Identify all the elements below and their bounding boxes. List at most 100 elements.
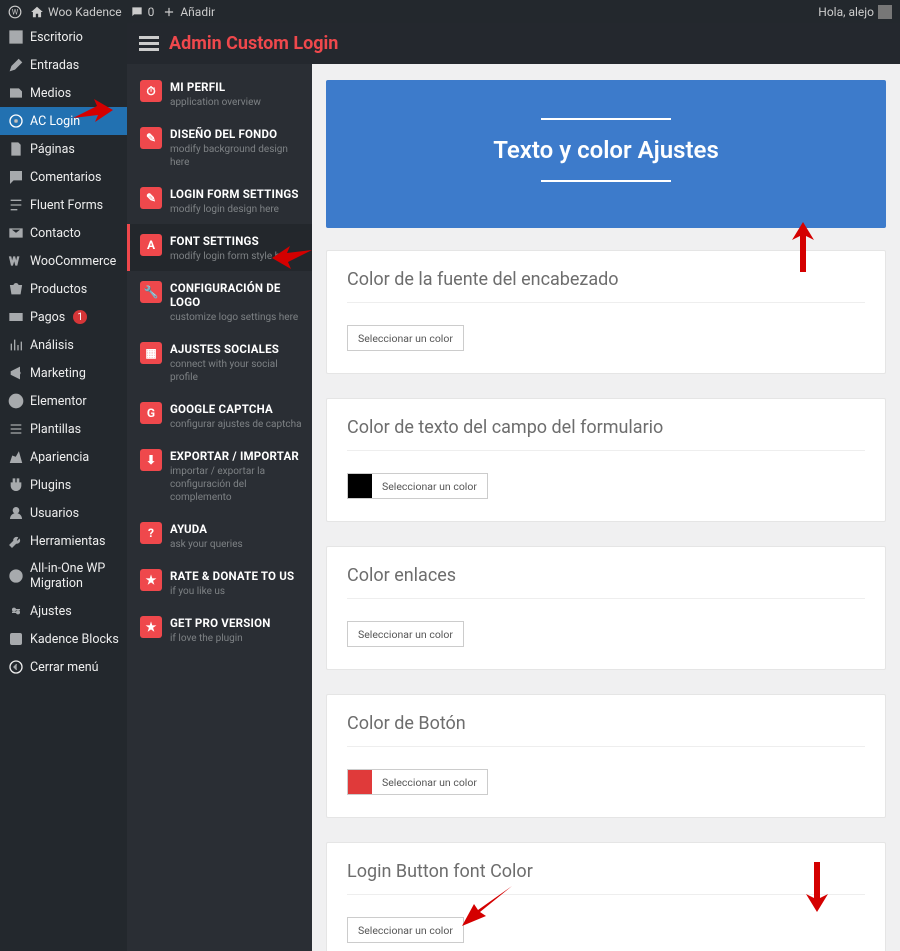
plugin-menu-sub: if love the plugin [170, 632, 271, 645]
plugin-header: Admin Custom Login [127, 23, 900, 64]
color-picker[interactable]: Seleccionar un color [347, 769, 488, 795]
plugin-menu-perfil[interactable]: ⏱MI PERFILapplication overview [127, 70, 312, 117]
perfil-icon: ⏱ [140, 80, 162, 102]
rate-icon: ★ [140, 569, 162, 591]
wp-menu-marketing[interactable]: Marketing [0, 359, 127, 387]
plugin-menu-logo[interactable]: 🔧CONFIGURACIÓN DE LOGOcustomize logo set… [127, 271, 312, 332]
plugin-menu-font[interactable]: AFONT SETTINGSmodify login form style he… [127, 224, 312, 271]
herramientas-icon [8, 533, 24, 549]
wp-menu-productos[interactable]: Productos [0, 275, 127, 303]
plugin-menu-title: MI PERFIL [170, 80, 261, 94]
wp-menu-ac-login[interactable]: AC Login [0, 107, 127, 135]
wp-menu-label: All-in-One WP Migration [30, 561, 119, 591]
plugin-content[interactable]: Texto y color Ajustes Color de la fuente… [312, 64, 900, 951]
wp-menu-woocommerce[interactable]: W WooCommerce [0, 247, 127, 275]
color-picker[interactable]: Seleccionar un color [347, 621, 464, 647]
productos-icon [8, 281, 24, 297]
color-picker-label: Seleccionar un color [348, 924, 463, 937]
woocommerce-icon: W [8, 253, 24, 269]
wp-menu-escritorio[interactable]: Escritorio [0, 23, 127, 51]
add-new-link[interactable]: Añadir [162, 5, 215, 19]
wp-menu-paginas[interactable]: Páginas [0, 135, 127, 163]
entradas-icon [8, 57, 24, 73]
plugin-menu-title: GET PRO VERSION [170, 616, 271, 630]
plugin-menu-sociales[interactable]: ▦AJUSTES SOCIALESconnect with your socia… [127, 332, 312, 392]
wp-menu-label: Productos [30, 282, 87, 297]
menu-toggle-icon[interactable] [139, 36, 159, 51]
usuarios-icon [8, 505, 24, 521]
plugin-menu-ayuda[interactable]: ?AYUDAask your queries [127, 512, 312, 559]
comments-link[interactable]: 0 [130, 5, 155, 19]
wp-menu-pagos[interactable]: Pagos 1 [0, 303, 127, 331]
plugin-menu-export[interactable]: ⬇EXPORTAR / IMPORTARimportar / exportar … [127, 439, 312, 512]
plugin-menu-title: GOOGLE CAPTCHA [170, 402, 302, 416]
panel-header-font: Color de la fuente del encabezadoSelecci… [326, 250, 886, 374]
wp-menu-label: Usuarios [30, 506, 79, 521]
greeting[interactable]: Hola, alejo [818, 5, 892, 19]
wp-menu-label: Escritorio [30, 30, 83, 45]
plugin-menu-sub: connect with your social profile [170, 358, 302, 384]
plugin-title: Admin Custom Login [169, 33, 338, 54]
hero-title: Texto y color Ajustes [336, 136, 876, 164]
wp-menu-cerrar[interactable]: Cerrar menú [0, 653, 127, 681]
panel-title: Color de texto del campo del formulario [347, 417, 865, 438]
wp-logo-icon[interactable]: W [8, 5, 22, 19]
badge: 1 [73, 310, 87, 324]
color-picker[interactable]: Seleccionar un color [347, 917, 464, 943]
color-picker-label: Seleccionar un color [348, 332, 463, 345]
wp-menu-aio-wp[interactable]: All-in-One WP Migration [0, 555, 127, 597]
plugin-menu-title: EXPORTAR / IMPORTAR [170, 449, 302, 463]
panel-title: Color de Botón [347, 713, 865, 734]
plugin-menu-login-form[interactable]: ✎LOGIN FORM SETTINGSmodify login design … [127, 177, 312, 224]
wp-menu-medios[interactable]: Medios [0, 79, 127, 107]
color-picker-label: Seleccionar un color [348, 628, 463, 641]
wp-menu-label: WooCommerce [30, 254, 116, 269]
wp-menu-contacto[interactable]: Contacto [0, 219, 127, 247]
wp-menu-plugins[interactable]: Plugins [0, 471, 127, 499]
plugin-menu-sub: importar / exportar la configuración del… [170, 465, 302, 504]
analisis-icon [8, 337, 24, 353]
wp-menu-elementor[interactable]: Elementor [0, 387, 127, 415]
color-picker[interactable]: Seleccionar un color [347, 325, 464, 351]
plugin-menu-rate[interactable]: ★RATE & DONATE TO USif you like us [127, 559, 312, 606]
sociales-icon: ▦ [140, 342, 162, 364]
plantillas-icon [8, 421, 24, 437]
ayuda-icon: ? [140, 522, 162, 544]
wp-menu-comentarios[interactable]: Comentarios [0, 163, 127, 191]
marketing-icon [8, 365, 24, 381]
wp-menu-label: Comentarios [30, 170, 102, 185]
plugin-menu-sub: modify login design here [170, 203, 299, 216]
plugin-menu-captcha[interactable]: GGOOGLE CAPTCHAconfigurar ajustes de cap… [127, 392, 312, 439]
kadence-icon [8, 631, 24, 647]
plugin-menu-fondo[interactable]: ✎DISEÑO DEL FONDOmodify background desig… [127, 117, 312, 177]
site-link[interactable]: Woo Kadence [30, 5, 122, 19]
color-swatch [348, 474, 372, 498]
color-swatch [348, 770, 372, 794]
escritorio-icon [8, 29, 24, 45]
color-picker[interactable]: Seleccionar un color [347, 473, 488, 499]
wp-menu-herramientas[interactable]: Herramientas [0, 527, 127, 555]
wp-menu-label: Medios [30, 86, 71, 101]
wp-menu-kadence[interactable]: Kadence Blocks [0, 625, 127, 653]
wp-menu-entradas[interactable]: Entradas [0, 51, 127, 79]
wp-menu-ajustes[interactable]: Ajustes [0, 597, 127, 625]
plugin-menu-title: AYUDA [170, 522, 243, 536]
wp-menu-apariencia[interactable]: Apariencia [0, 443, 127, 471]
ac-login-icon [8, 113, 24, 129]
plugin-menu-title: FONT SETTINGS [170, 234, 294, 248]
plugin-menu-pro[interactable]: ★GET PRO VERSIONif love the plugin [127, 606, 312, 653]
wp-menu-usuarios[interactable]: Usuarios [0, 499, 127, 527]
wp-menu-label: Cerrar menú [30, 660, 99, 675]
cerrar-icon [8, 659, 24, 675]
wp-menu-plantillas[interactable]: Plantillas [0, 415, 127, 443]
wp-menu-fluent-forms[interactable]: Fluent Forms [0, 191, 127, 219]
wp-menu-label: Herramientas [30, 534, 105, 549]
hero-banner: Texto y color Ajustes [326, 80, 886, 228]
comentarios-icon [8, 169, 24, 185]
plugin-menu-sub: customize logo settings here [170, 311, 302, 324]
wp-menu-label: Pagos [30, 310, 65, 325]
wp-menu-analisis[interactable]: Análisis [0, 331, 127, 359]
plugin-menu-sub: configurar ajustes de captcha [170, 418, 302, 431]
panel-button: Color de Botón Seleccionar un color [326, 694, 886, 818]
wp-menu-label: Entradas [30, 58, 79, 73]
